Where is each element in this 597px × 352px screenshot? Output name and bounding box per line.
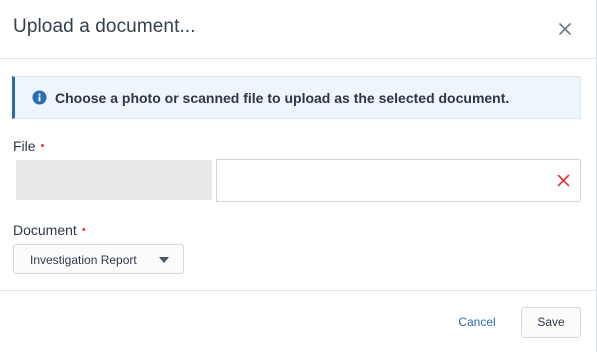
save-button[interactable]: Save — [521, 307, 581, 338]
info-icon — [32, 90, 47, 105]
document-select-value: Investigation Report — [30, 253, 137, 267]
file-input[interactable] — [216, 159, 581, 202]
file-preview[interactable] — [16, 160, 212, 200]
required-marker: • — [81, 224, 86, 236]
info-banner-text: Choose a photo or scanned file to upload… — [55, 90, 510, 106]
required-marker: • — [40, 140, 45, 152]
clear-file-button[interactable] — [557, 174, 570, 187]
footer-divider — [0, 290, 596, 291]
file-field-label: File • — [13, 138, 44, 154]
cancel-button[interactable]: Cancel — [447, 307, 507, 337]
file-label-text: File — [13, 138, 36, 154]
clear-icon — [557, 174, 570, 187]
document-field-label: Document • — [13, 222, 86, 238]
close-icon — [559, 23, 571, 35]
dialog-title: Upload a document... — [13, 16, 196, 37]
document-select[interactable]: Investigation Report — [13, 244, 184, 274]
info-banner: Choose a photo or scanned file to upload… — [12, 76, 581, 119]
dialog-header: Upload a document... — [0, 0, 596, 59]
upload-document-dialog: Upload a document... Choose a photo or s… — [0, 0, 597, 352]
caret-down-icon — [159, 257, 169, 263]
close-button[interactable] — [555, 19, 575, 39]
document-label-text: Document — [13, 222, 77, 238]
